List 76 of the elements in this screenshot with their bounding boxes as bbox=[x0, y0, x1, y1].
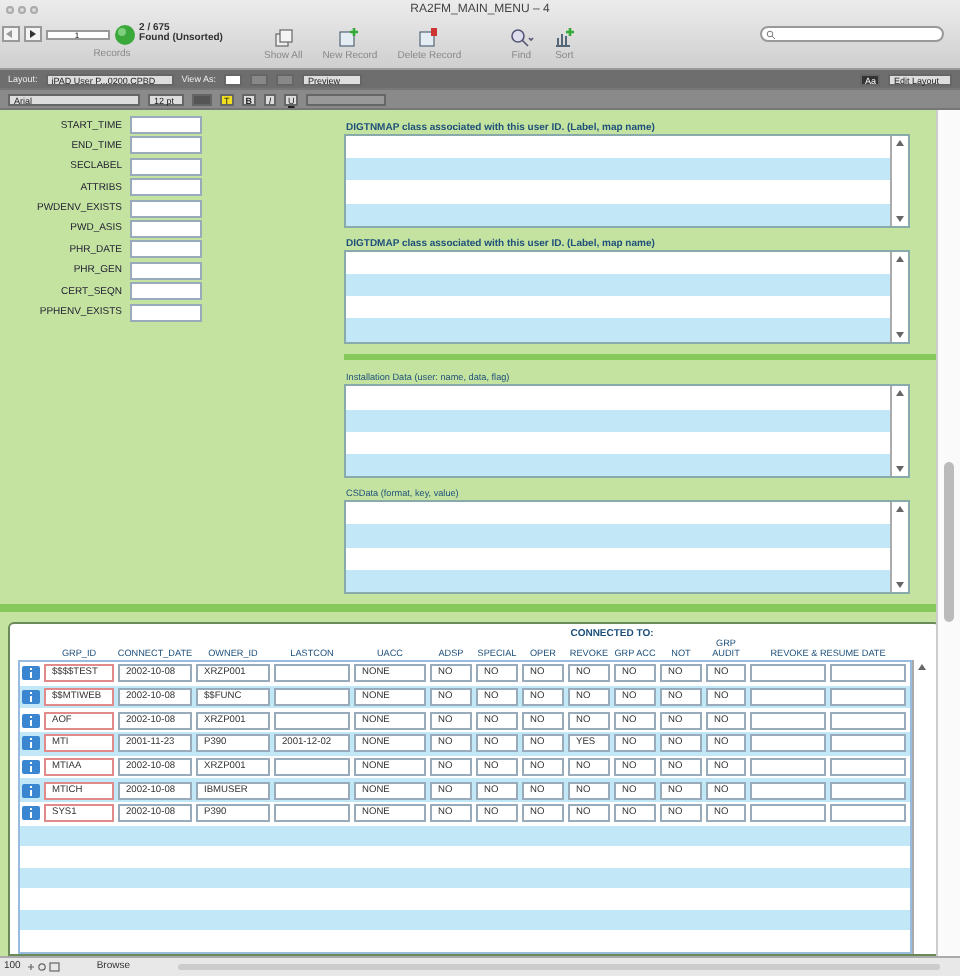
table-cell[interactable] bbox=[274, 711, 350, 730]
info-button[interactable] bbox=[22, 736, 40, 751]
table-cell[interactable] bbox=[274, 804, 350, 823]
info-button[interactable] bbox=[22, 760, 40, 775]
list-view-button[interactable] bbox=[249, 73, 268, 85]
align-buttons[interactable] bbox=[306, 93, 387, 105]
input-field[interactable] bbox=[130, 282, 202, 301]
table-cell[interactable] bbox=[274, 688, 350, 707]
table-cell[interactable] bbox=[750, 664, 826, 683]
table-cell[interactable] bbox=[750, 711, 826, 730]
table-cell[interactable] bbox=[750, 734, 826, 753]
table-cell[interactable] bbox=[830, 711, 906, 730]
info-button[interactable] bbox=[22, 806, 40, 821]
table-view-button[interactable] bbox=[275, 73, 294, 85]
down-arrow-icon[interactable] bbox=[896, 581, 904, 588]
table-cell[interactable] bbox=[274, 664, 350, 683]
table-cell[interactable] bbox=[830, 804, 906, 823]
down-arrow-icon[interactable] bbox=[896, 466, 904, 473]
form-view-button[interactable] bbox=[223, 73, 242, 85]
info-button[interactable] bbox=[22, 666, 40, 681]
table-cell[interactable] bbox=[830, 781, 906, 800]
input-field[interactable] bbox=[130, 157, 202, 176]
up-arrow-icon[interactable] bbox=[896, 255, 904, 262]
input-field[interactable] bbox=[130, 219, 202, 238]
info-button[interactable] bbox=[22, 713, 40, 728]
info-icon bbox=[28, 808, 34, 819]
delete-record-icon bbox=[418, 28, 441, 48]
input-field[interactable] bbox=[130, 178, 202, 197]
table-cell[interactable] bbox=[830, 688, 906, 707]
table-cell[interactable] bbox=[830, 758, 906, 777]
table-cell[interactable] bbox=[750, 804, 826, 823]
sort-icon bbox=[553, 28, 576, 48]
info-icon bbox=[28, 738, 34, 749]
input-field[interactable] bbox=[130, 199, 202, 218]
table-cell[interactable] bbox=[830, 734, 906, 753]
info-button[interactable] bbox=[22, 783, 40, 798]
table-cell[interactable] bbox=[830, 664, 906, 683]
up-arrow-icon[interactable] bbox=[896, 506, 904, 513]
input-field[interactable] bbox=[130, 303, 202, 322]
input-field[interactable] bbox=[130, 240, 202, 259]
status-ball-icon bbox=[113, 23, 136, 45]
table-cell[interactable] bbox=[750, 781, 826, 800]
info-icon bbox=[28, 692, 34, 703]
text-color-button[interactable] bbox=[192, 93, 212, 105]
table-cell[interactable] bbox=[750, 758, 826, 777]
scrollbar[interactable] bbox=[890, 251, 908, 341]
input-field[interactable] bbox=[130, 116, 202, 134]
up-arrow-icon[interactable] bbox=[918, 664, 926, 670]
scrollbar[interactable] bbox=[912, 660, 930, 954]
search-icon bbox=[509, 28, 534, 48]
table-cell[interactable] bbox=[274, 758, 350, 777]
new-record-icon bbox=[338, 28, 361, 48]
up-arrow-icon[interactable] bbox=[896, 390, 904, 397]
up-arrow-icon[interactable] bbox=[896, 140, 904, 146]
scrollbar[interactable] bbox=[890, 502, 908, 592]
stacked-pages-icon bbox=[273, 28, 294, 48]
search-field[interactable] bbox=[760, 26, 944, 42]
info-icon bbox=[28, 715, 34, 726]
search-icon bbox=[766, 29, 776, 39]
table-cell[interactable] bbox=[274, 781, 350, 800]
page-scrollbar[interactable] bbox=[936, 110, 960, 956]
info-button[interactable] bbox=[22, 690, 40, 705]
down-arrow-icon[interactable] bbox=[896, 331, 904, 337]
right-arrow-icon bbox=[28, 30, 37, 38]
scrollbar[interactable] bbox=[890, 386, 908, 477]
next-record-button[interactable] bbox=[23, 26, 42, 42]
input-field[interactable] bbox=[130, 136, 202, 155]
input-field[interactable] bbox=[130, 261, 202, 280]
info-icon bbox=[28, 785, 34, 796]
down-arrow-icon[interactable] bbox=[896, 215, 904, 222]
left-arrow-icon bbox=[6, 30, 15, 38]
info-icon bbox=[28, 762, 34, 773]
scrollbar[interactable] bbox=[890, 136, 908, 226]
info-icon bbox=[28, 668, 34, 679]
table-cell[interactable] bbox=[750, 688, 826, 707]
zoom-controls-icon[interactable] bbox=[28, 962, 61, 972]
